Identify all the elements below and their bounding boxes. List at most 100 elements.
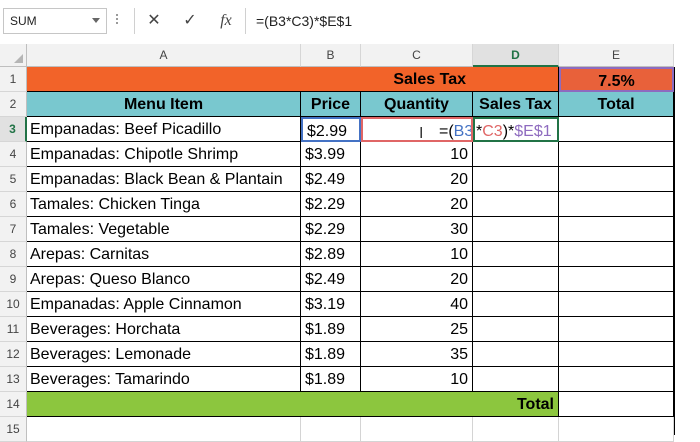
row-header[interactable]: 15 [0, 417, 27, 442]
total-cell[interactable] [559, 267, 674, 292]
price-cell[interactable]: $2.89 [301, 242, 361, 267]
row-header[interactable]: 4 [0, 142, 27, 167]
select-all-button[interactable] [0, 44, 27, 67]
sales-tax-cell[interactable] [473, 342, 559, 367]
price-value: $2.99 [307, 123, 348, 140]
column-header-b[interactable]: B [301, 44, 361, 67]
total-cell[interactable] [559, 217, 674, 242]
price-cell[interactable]: $1.89 [301, 367, 361, 392]
empty-cell[interactable] [473, 417, 559, 442]
total-cell[interactable] [559, 167, 674, 192]
drag-handle-icon[interactable] [116, 12, 120, 30]
price-cell[interactable]: $1.89 [301, 317, 361, 342]
column-header-a[interactable]: A [27, 44, 301, 67]
menu-item-cell[interactable]: Empanadas: Chipotle Shrimp [27, 142, 301, 167]
sales-tax-cell[interactable] [473, 367, 559, 392]
total-cell[interactable] [559, 367, 674, 392]
total-cell[interactable] [559, 117, 674, 142]
price-cell[interactable]: $2.29 [301, 192, 361, 217]
total-cell[interactable] [559, 342, 674, 367]
sales-tax-cell[interactable] [473, 217, 559, 242]
row-number: 7 [9, 222, 17, 236]
quantity-cell[interactable]: 10 [361, 142, 473, 167]
price-cell[interactable]: $2.29 [301, 217, 361, 242]
price-cell[interactable]: $2.49 [301, 267, 361, 292]
menu-item-cell[interactable]: Beverages: Lemonade [27, 342, 301, 367]
row-header[interactable]: 1 [0, 67, 27, 92]
row-header[interactable]: 11 [0, 317, 27, 342]
row-header[interactable]: 8 [0, 242, 27, 267]
quantity-cell[interactable]: 25 [361, 317, 473, 342]
quantity-cell-ref[interactable]: I =(B3 [361, 117, 473, 142]
price-cell-ref[interactable]: $2.99 [301, 117, 361, 142]
sales-tax-cell[interactable] [473, 292, 559, 317]
row-header[interactable]: 5 [0, 167, 27, 192]
empty-cell[interactable] [27, 417, 301, 442]
row-header[interactable]: 12 [0, 342, 27, 367]
header-price[interactable]: Price [301, 92, 361, 117]
menu-item-cell[interactable]: Empanadas: Beef Picadillo [27, 117, 301, 142]
quantity-cell[interactable]: 40 [361, 292, 473, 317]
total-cell[interactable] [559, 242, 674, 267]
tax-rate-cell[interactable]: 7.5% [559, 67, 674, 92]
total-cell[interactable] [559, 317, 674, 342]
price-cell[interactable]: $3.19 [301, 292, 361, 317]
sales-tax-cell[interactable] [473, 167, 559, 192]
grand-total-cell[interactable] [559, 392, 674, 417]
quantity-cell[interactable]: 35 [361, 342, 473, 367]
header-menu-item[interactable]: Menu Item [27, 92, 301, 117]
menu-item-cell[interactable]: Beverages: Tamarindo [27, 367, 301, 392]
quantity-cell[interactable]: 20 [361, 192, 473, 217]
sales-tax-cell[interactable] [473, 267, 559, 292]
price-cell[interactable]: $1.89 [301, 342, 361, 367]
cancel-icon[interactable]: ✕ [140, 8, 168, 34]
empty-cell[interactable] [301, 417, 361, 442]
sales-tax-cell[interactable] [473, 242, 559, 267]
row-header[interactable]: 2 [0, 92, 27, 117]
total-cell[interactable] [559, 192, 674, 217]
active-cell-d3[interactable]: *C3)*$E$1 [473, 117, 559, 142]
menu-item-cell[interactable]: Empanadas: Black Bean & Plantain [27, 167, 301, 192]
formula-input[interactable]: =(B3*C3)*$E$1 [252, 8, 700, 34]
header-sales-tax[interactable]: Sales Tax [473, 92, 559, 117]
row-header[interactable]: 9 [0, 267, 27, 292]
column-header-e[interactable]: E [559, 44, 674, 67]
quantity-cell[interactable]: 10 [361, 367, 473, 392]
sales-tax-cell[interactable] [473, 192, 559, 217]
quantity-cell[interactable]: 10 [361, 242, 473, 267]
header-total[interactable]: Total [559, 92, 674, 117]
name-box[interactable]: SUM [3, 8, 107, 34]
sales-tax-title-cell[interactable]: Sales Tax [27, 67, 559, 92]
total-cell[interactable] [559, 142, 674, 167]
insert-function-icon[interactable]: fx [212, 8, 240, 34]
menu-item-cell[interactable]: Tamales: Chicken Tinga [27, 192, 301, 217]
price-cell[interactable]: $3.99 [301, 142, 361, 167]
quantity-cell[interactable]: 20 [361, 167, 473, 192]
enter-icon[interactable]: ✓ [176, 8, 204, 34]
quantity-cell[interactable]: 20 [361, 267, 473, 292]
menu-item-cell[interactable]: Empanadas: Apple Cinnamon [27, 292, 301, 317]
menu-item-cell[interactable]: Arepas: Queso Blanco [27, 267, 301, 292]
sales-tax-cell[interactable] [473, 142, 559, 167]
quantity-value: 40 [450, 296, 468, 313]
row-header[interactable]: 3 [0, 117, 27, 142]
row-header[interactable]: 14 [0, 392, 27, 417]
column-header-d[interactable]: D [473, 44, 559, 67]
menu-item-cell[interactable]: Beverages: Horchata [27, 317, 301, 342]
total-cell[interactable] [559, 292, 674, 317]
row-header[interactable]: 10 [0, 292, 27, 317]
empty-cell[interactable] [559, 417, 674, 442]
row-header[interactable]: 7 [0, 217, 27, 242]
row-header[interactable]: 6 [0, 192, 27, 217]
price-cell[interactable]: $2.49 [301, 167, 361, 192]
row-header[interactable]: 13 [0, 367, 27, 392]
menu-item-cell[interactable]: Tamales: Vegetable [27, 217, 301, 242]
empty-cell[interactable] [361, 417, 473, 442]
sales-tax-cell[interactable] [473, 317, 559, 342]
column-header-c[interactable]: C [361, 44, 473, 67]
quantity-cell[interactable]: 30 [361, 217, 473, 242]
chevron-down-icon[interactable] [92, 18, 100, 23]
menu-item-cell[interactable]: Arepas: Carnitas [27, 242, 301, 267]
total-label-cell[interactable]: Total [27, 392, 559, 417]
header-quantity[interactable]: Quantity [361, 92, 473, 117]
